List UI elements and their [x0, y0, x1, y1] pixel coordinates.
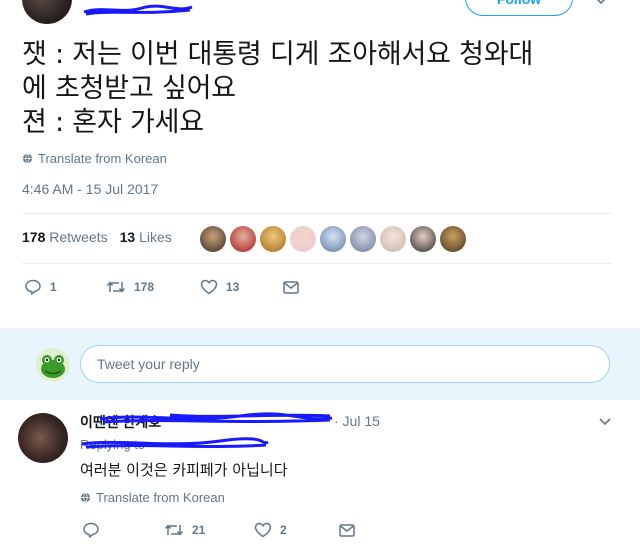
liker-avatar[interactable] — [410, 226, 436, 252]
retweets-stat[interactable]: 178 Retweets — [22, 229, 108, 245]
like-action[interactable]: 13 — [200, 278, 282, 296]
current-user-avatar[interactable] — [36, 348, 70, 382]
redacted-handle-scribble — [99, 412, 333, 424]
tweet-stats: 178 Retweets 13 Likes — [22, 229, 172, 245]
dm-action[interactable] — [282, 278, 300, 296]
envelope-icon — [283, 281, 299, 294]
retweet-count: 178 — [134, 280, 155, 294]
likes-label: Likes — [139, 229, 172, 245]
translate-label: Translate from Korean — [38, 151, 167, 166]
reply-icon — [25, 279, 41, 295]
retweet-icon — [106, 281, 126, 293]
liker-avatar[interactable] — [440, 226, 466, 252]
tweet-text: 잿 : 저는 이번 대통령 디게 조아해서요 청와대 에 초청받고 싶어요 젼 … — [22, 38, 622, 140]
reply-action[interactable]: 1 — [24, 278, 106, 296]
reply-count: 1 — [50, 280, 57, 294]
translate-label: Translate from Korean — [96, 490, 225, 505]
reply-placeholder: Tweet your reply — [97, 356, 200, 372]
reply-action[interactable] — [82, 521, 164, 539]
reply-actions: 21 2 — [82, 521, 356, 539]
envelope-icon — [339, 524, 355, 537]
divider — [22, 263, 612, 264]
liker-avatars — [200, 226, 466, 252]
tweet-actions: 1 178 13 — [24, 278, 300, 296]
retweets-count: 178 — [22, 229, 46, 245]
retweet-icon — [164, 524, 184, 536]
chevron-down-icon[interactable] — [594, 0, 608, 8]
reply-date[interactable]: · Jul 15 — [334, 413, 380, 429]
retweet-action[interactable]: 21 — [164, 521, 254, 539]
dm-action[interactable] — [338, 521, 356, 539]
retweet-action[interactable]: 178 — [106, 278, 200, 296]
like-count: 13 — [226, 280, 240, 294]
liker-avatar[interactable] — [380, 226, 406, 252]
liker-avatar[interactable] — [350, 226, 376, 252]
divider — [22, 213, 612, 214]
author-avatar[interactable] — [22, 0, 72, 24]
heart-icon — [254, 522, 272, 538]
reply-text: 여러분 이것은 카피페가 아닙니다 — [80, 461, 288, 479]
retweets-label: Retweets — [49, 229, 108, 245]
tweet-text-line: 잿 : 저는 이번 대통령 디게 조아해서요 청와대 — [22, 39, 534, 70]
likes-count: 13 — [119, 229, 136, 245]
chevron-down-icon[interactable] — [598, 415, 612, 429]
like-count: 2 — [280, 523, 287, 537]
liker-avatar[interactable] — [200, 226, 226, 252]
liker-avatar[interactable] — [230, 226, 256, 252]
globe-icon — [22, 153, 33, 164]
tweet-timestamp[interactable]: 4:46 AM - 15 Jul 2017 — [22, 181, 158, 197]
heart-icon — [200, 279, 218, 295]
frog-icon — [41, 355, 65, 378]
globe-icon — [80, 492, 91, 503]
tweet-text-line: 젼 : 혼자 가세요 — [22, 107, 204, 138]
tweet-text-line: 에 초청받고 싶어요 — [22, 73, 236, 104]
reply-input[interactable]: Tweet your reply — [80, 345, 610, 383]
liker-avatar[interactable] — [260, 226, 286, 252]
liker-avatar[interactable] — [320, 226, 346, 252]
reply-author-avatar[interactable] — [18, 413, 68, 463]
like-action[interactable]: 2 — [254, 521, 338, 539]
reply-translate-link[interactable]: Translate from Korean — [80, 490, 225, 505]
likes-stat[interactable]: 13 Likes — [120, 229, 172, 245]
reply-icon — [83, 522, 99, 538]
redacted-replying-to-scribble — [81, 437, 269, 449]
translate-link[interactable]: Translate from Korean — [22, 151, 167, 166]
retweet-count: 21 — [192, 523, 206, 537]
redacted-username-scribble — [83, 4, 193, 16]
follow-button[interactable]: Follow — [465, 0, 573, 16]
liker-avatar[interactable] — [290, 226, 316, 252]
